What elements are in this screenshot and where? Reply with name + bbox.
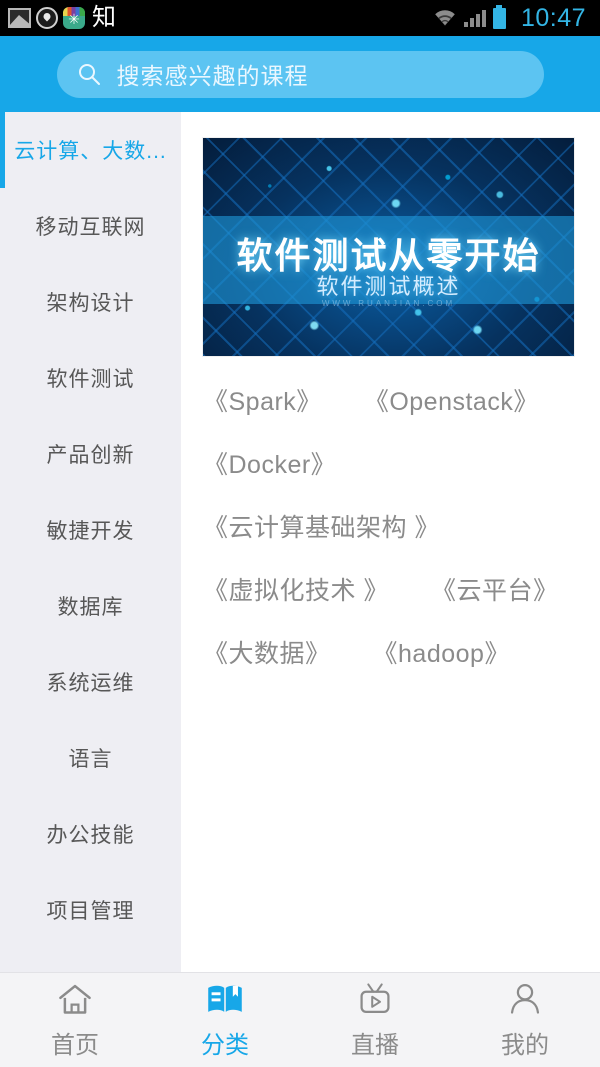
bottom-tab-bar: 首页 分类 直播 我的 xyxy=(0,972,600,1067)
zhi-glyph: 知 xyxy=(92,4,116,31)
app-header: 搜索感兴趣的课程 xyxy=(0,36,600,112)
sidebar-item-office-skills[interactable]: 办公技能 xyxy=(0,796,181,872)
course-tag[interactable]: 《虚拟化技术 》 xyxy=(203,571,389,607)
sidebar-item-cloud-bigdata[interactable]: 云计算、大数... xyxy=(0,112,181,188)
tag-row: 《大数据》 《hadoop》 xyxy=(203,634,578,670)
sidebar-item-mobile-internet[interactable]: 移动互联网 xyxy=(0,188,181,264)
banner-watermark: WWW.RUANJIAN.COM xyxy=(321,299,456,309)
course-tag[interactable]: 《大数据》 xyxy=(203,634,331,670)
course-tag[interactable]: 《Docker》 xyxy=(203,445,336,481)
person-icon xyxy=(505,980,545,1018)
search-input[interactable]: 搜索感兴趣的课程 xyxy=(117,57,309,91)
course-tag[interactable]: 《云计算基础架构 》 xyxy=(203,508,440,544)
sidebar-item-label: 移动互联网 xyxy=(35,216,146,239)
gallery-icon xyxy=(8,8,31,28)
sidebar-item-product-innovation[interactable]: 产品创新 xyxy=(0,416,181,492)
signal-icon xyxy=(463,9,486,27)
location-icon xyxy=(36,7,58,29)
sidebar-item-system-ops[interactable]: 系统运维 xyxy=(0,644,181,720)
app-icon-glyph: ✳ xyxy=(68,11,80,28)
tab-label: 我的 xyxy=(501,1032,549,1059)
sidebar-item-label: 架构设计 xyxy=(46,292,135,315)
course-tag-list: 《Spark》 《Openstack》 《Docker》 《云计算基础架构 》 … xyxy=(203,356,578,670)
banner-subtitle: 软件测试概述 xyxy=(316,273,461,299)
sidebar-item-architecture-design[interactable]: 架构设计 xyxy=(0,264,181,340)
sidebar-item-label: 项目管理 xyxy=(46,900,135,923)
home-icon xyxy=(55,980,95,1018)
category-main-panel: 软件测试从零开始 软件测试概述 WWW.RUANJIAN.COM 《Spark》… xyxy=(181,112,600,972)
course-tag[interactable]: 《Openstack》 xyxy=(364,382,539,418)
search-icon xyxy=(77,62,101,86)
wifi-icon xyxy=(433,9,457,27)
sidebar-item-label: 产品创新 xyxy=(46,444,135,467)
sidebar-item-project-management[interactable]: 项目管理 xyxy=(0,872,181,948)
sidebar-item-label: 数据库 xyxy=(57,596,124,619)
content-area: 云计算、大数... 移动互联网 架构设计 软件测试 产品创新 敏捷开发 数据库 … xyxy=(0,112,600,972)
tv-live-icon xyxy=(355,980,395,1018)
tab-label: 首页 xyxy=(51,1032,99,1059)
sidebar-item-label: 软件测试 xyxy=(46,368,135,391)
category-sidebar[interactable]: 云计算、大数... 移动互联网 架构设计 软件测试 产品创新 敏捷开发 数据库 … xyxy=(0,112,181,972)
tab-category[interactable]: 分类 xyxy=(150,973,300,1067)
tag-row: 《虚拟化技术 》 《云平台》 xyxy=(203,571,578,607)
sidebar-item-label: 云计算、大数... xyxy=(14,140,167,163)
sidebar-item-software-testing[interactable]: 软件测试 xyxy=(0,340,181,416)
book-category-icon xyxy=(205,980,245,1018)
sidebar-item-label: 系统运维 xyxy=(46,672,135,695)
tab-profile[interactable]: 我的 xyxy=(450,973,600,1067)
status-bar-right-icons: 10:47 xyxy=(433,4,586,33)
status-bar: ✳ 知 10:47 xyxy=(0,0,600,36)
tag-row: 《Docker》 xyxy=(203,445,578,481)
app-root: ✳ 知 10:47 搜索感兴趣的课程 云计算、大数... 移动互联网 架构设计 … xyxy=(0,0,600,1067)
course-tag[interactable]: 《Spark》 xyxy=(203,382,322,418)
app-icon: ✳ xyxy=(63,7,85,29)
tab-home[interactable]: 首页 xyxy=(0,973,150,1067)
sidebar-item-label: 语言 xyxy=(68,748,113,771)
sidebar-item-label: 敏捷开发 xyxy=(46,520,135,543)
status-bar-left-icons: ✳ 知 xyxy=(8,6,116,30)
tag-row: 《云计算基础架构 》 xyxy=(203,508,578,544)
sidebar-item-agile-development[interactable]: 敏捷开发 xyxy=(0,492,181,568)
tag-row: 《Spark》 《Openstack》 xyxy=(203,382,578,418)
tab-live[interactable]: 直播 xyxy=(300,973,450,1067)
sidebar-item-label: 办公技能 xyxy=(46,824,135,847)
course-banner[interactable]: 软件测试从零开始 软件测试概述 WWW.RUANJIAN.COM xyxy=(203,138,574,356)
course-tag[interactable]: 《hadoop》 xyxy=(373,634,510,670)
tab-label: 直播 xyxy=(351,1032,399,1059)
sidebar-item-language[interactable]: 语言 xyxy=(0,720,181,796)
sidebar-item-database[interactable]: 数据库 xyxy=(0,568,181,644)
battery-icon xyxy=(492,7,506,29)
search-bar[interactable]: 搜索感兴趣的课程 xyxy=(56,50,544,98)
tab-label: 分类 xyxy=(201,1032,249,1059)
status-bar-clock: 10:47 xyxy=(520,3,586,32)
course-tag[interactable]: 《云平台》 xyxy=(431,571,559,607)
